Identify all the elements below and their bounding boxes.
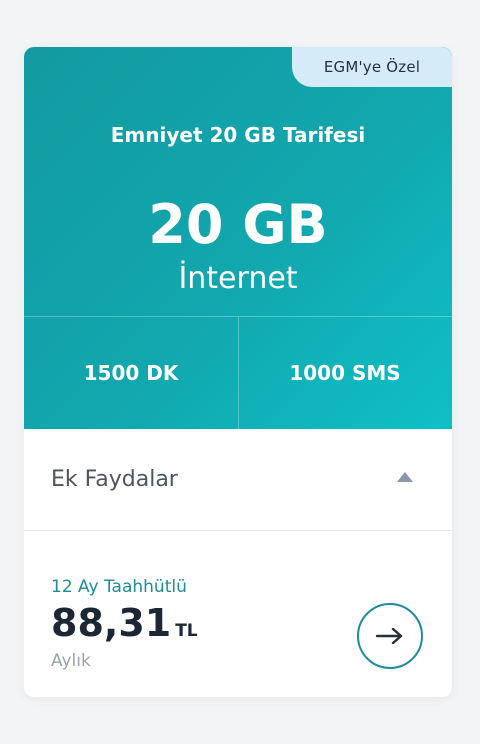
commitment-label: 12 Ay Taahhütlü	[51, 577, 187, 597]
select-plan-button[interactable]	[357, 603, 423, 669]
extra-benefits-label: Ek Faydalar	[51, 467, 178, 492]
exclusive-badge: EGM'ye Özel	[292, 47, 452, 87]
minutes-stat: 1500 DK	[83, 361, 179, 385]
price-amount: 88,31	[51, 601, 172, 645]
sms-stat: 1000 SMS	[289, 361, 401, 385]
price-currency: TL	[175, 621, 198, 641]
data-label: İnternet	[178, 261, 298, 296]
data-amount: 20 GB	[148, 193, 328, 256]
caret-up-icon[interactable]	[397, 472, 413, 482]
plan-hero: EGM'ye Özel Emniyet 20 GB Tarifesi 20 GB…	[24, 47, 452, 429]
extra-benefits-toggle[interactable]: Ek Faydalar	[24, 429, 452, 531]
price-section: 12 Ay Taahhütlü 88,31 TL Aylık	[24, 531, 452, 697]
price-row: 88,31 TL	[51, 601, 198, 645]
arrow-right-icon	[375, 627, 403, 645]
plan-title: Emniyet 20 GB Tarifesi	[110, 123, 366, 147]
tariff-card: EGM'ye Özel Emniyet 20 GB Tarifesi 20 GB…	[24, 47, 452, 697]
billing-period: Aylık	[51, 651, 91, 671]
